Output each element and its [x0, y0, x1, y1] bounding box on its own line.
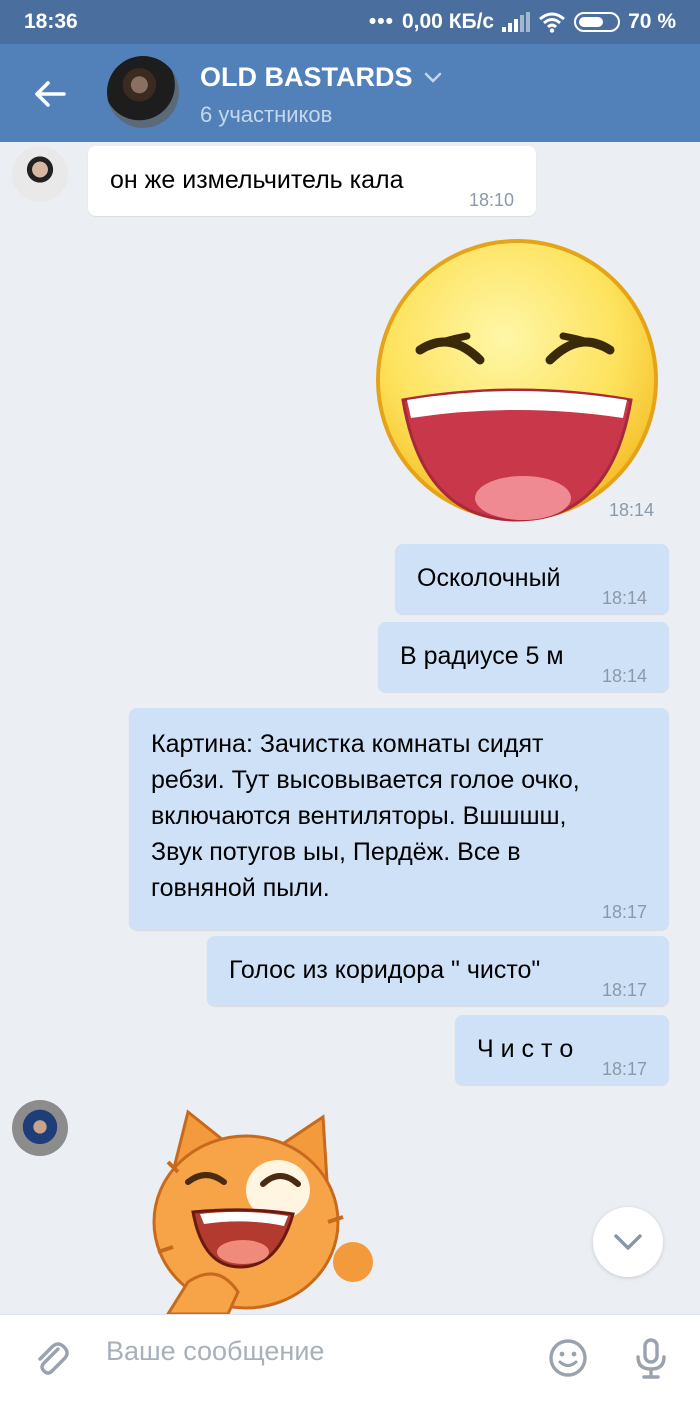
- message-text: Осколочный: [417, 564, 561, 592]
- message-time: 18:10: [468, 190, 514, 210]
- message-time: 18:17: [601, 902, 647, 922]
- chat-avatar[interactable]: [107, 56, 179, 128]
- message-time: 18:17: [601, 980, 647, 1000]
- message-bubble[interactable]: Осколочный 18:14: [395, 544, 669, 614]
- sticker-time: 18:14: [603, 498, 661, 523]
- chat-members-count: 6 участников: [200, 102, 333, 127]
- message-text: В радиусе 5 м: [400, 642, 564, 670]
- message-bubble[interactable]: Картина: Зачистка комнаты сидят ребзи. Т…: [129, 708, 669, 930]
- paperclip-icon[interactable]: [30, 1337, 72, 1379]
- message-list[interactable]: он же измельчитель кала 18:10 18:14 Оско…: [0, 142, 700, 1314]
- laughing-emoji-sticker[interactable]: [375, 230, 659, 530]
- signal-icon: [502, 12, 531, 32]
- battery-icon: [574, 12, 621, 32]
- message-time: 18:17: [601, 1059, 647, 1079]
- chevron-down-icon: [614, 1234, 642, 1250]
- message-bubble[interactable]: Ч и с т о 18:17: [455, 1015, 669, 1085]
- notification-dots: •••: [368, 10, 394, 33]
- network-speed: 0,00 КБ/с: [401, 10, 495, 33]
- message-text: он же измельчитель кала: [110, 166, 404, 194]
- scroll-down-button[interactable]: [593, 1207, 663, 1277]
- chevron-down-icon: [424, 72, 441, 83]
- message-text: Голос из коридора " чисто": [229, 956, 541, 984]
- chat-title-text: OLD BASTARDS: [200, 62, 413, 92]
- message-text: Картина: Зачистка комнаты сидят ребзи. Т…: [151, 730, 580, 902]
- status-indicators: ••• 0,00 КБ/с 70 %: [369, 10, 676, 34]
- wifi-icon: [539, 12, 566, 33]
- message-bubble[interactable]: В радиусе 5 м 18:14: [378, 622, 669, 692]
- message-bubble[interactable]: Голос из коридора " чисто" 18:17: [207, 936, 669, 1006]
- avatar[interactable]: [12, 146, 68, 202]
- status-time: 18:36: [24, 10, 78, 33]
- message-input[interactable]: [104, 1335, 528, 1368]
- avatar[interactable]: [12, 1100, 68, 1156]
- chat-header: OLD BASTARDS 6 участников: [0, 44, 700, 142]
- message-text: Ч и с т о: [477, 1035, 574, 1063]
- message-time: 18:14: [601, 666, 647, 686]
- back-arrow-icon[interactable]: [30, 74, 70, 114]
- message-bubble[interactable]: он же измельчитель кала 18:10: [88, 146, 536, 216]
- message-input-bar: [0, 1314, 700, 1401]
- battery-level: 70 %: [628, 10, 676, 33]
- message-time: 18:14: [601, 588, 647, 608]
- microphone-icon[interactable]: [630, 1337, 672, 1379]
- laughing-cat-sticker[interactable]: [128, 1102, 378, 1314]
- chat-title[interactable]: OLD BASTARDS: [200, 62, 443, 93]
- status-bar: 18:36 ••• 0,00 КБ/с 70 %: [0, 0, 700, 44]
- emoji-icon[interactable]: [547, 1337, 589, 1379]
